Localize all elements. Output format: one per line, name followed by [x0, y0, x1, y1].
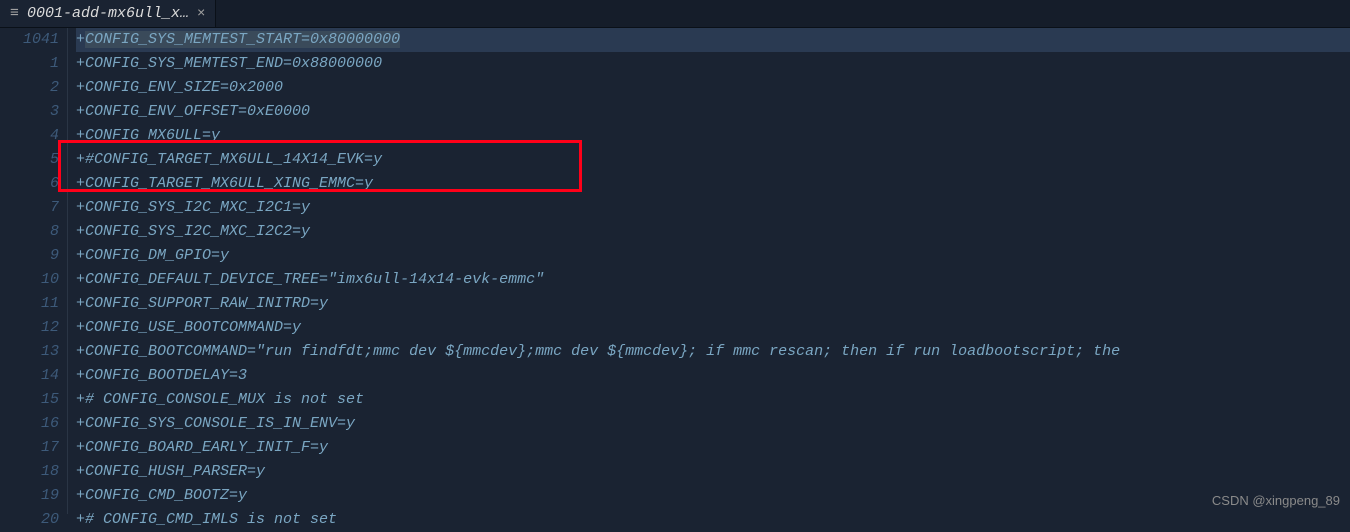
code-line[interactable]: +# CONFIG_CMD_IMLS is not set	[76, 508, 1350, 532]
close-icon[interactable]: ×	[197, 6, 205, 22]
code-content: CONFIG_SYS_CONSOLE_IS_IN_ENV=y	[85, 415, 355, 432]
code-content: CONFIG_USE_BOOTCOMMAND=y	[85, 319, 301, 336]
code-line[interactable]: +CONFIG_ENV_OFFSET=0xE0000	[76, 100, 1350, 124]
code-line[interactable]: +CONFIG_USE_BOOTCOMMAND=y	[76, 316, 1350, 340]
line-number: 5	[0, 148, 59, 172]
code-content: CONFIG_SYS_I2C_MXC_I2C2=y	[85, 223, 310, 240]
code-content: CONFIG_TARGET_MX6ULL_XING_EMMC=y	[85, 175, 373, 192]
code-content: CONFIG_CMD_BOOTZ=y	[85, 487, 247, 504]
line-number: 13	[0, 340, 59, 364]
code-line[interactable]: +CONFIG_TARGET_MX6ULL_XING_EMMC=y	[76, 172, 1350, 196]
code-line[interactable]: +CONFIG_HUSH_PARSER=y	[76, 460, 1350, 484]
code-content: CONFIG_MX6ULL=y	[85, 127, 220, 144]
line-number: 1	[0, 52, 59, 76]
code-line[interactable]: +CONFIG_DM_GPIO=y	[76, 244, 1350, 268]
line-number: 10	[0, 268, 59, 292]
code-content: CONFIG_ENV_SIZE=0x2000	[85, 79, 283, 96]
diff-plus: +	[76, 415, 85, 432]
code-content: # CONFIG_CONSOLE_MUX is not set	[85, 391, 364, 408]
diff-plus: +	[76, 175, 85, 192]
code-line[interactable]: +CONFIG_SYS_I2C_MXC_I2C2=y	[76, 220, 1350, 244]
code-line[interactable]: +CONFIG_BOOTCOMMAND="run findfdt;mmc dev…	[76, 340, 1350, 364]
line-number: 14	[0, 364, 59, 388]
diff-plus: +	[76, 271, 85, 288]
tab-title: 0001-add-mx6ull_x…	[27, 5, 189, 22]
line-number: 9	[0, 244, 59, 268]
line-number: 15	[0, 388, 59, 412]
code-line[interactable]: +CONFIG_BOARD_EARLY_INIT_F=y	[76, 436, 1350, 460]
line-number: 16	[0, 412, 59, 436]
line-number: 11	[0, 292, 59, 316]
code-line[interactable]: +CONFIG_SYS_I2C_MXC_I2C1=y	[76, 196, 1350, 220]
diff-plus: +	[76, 463, 85, 480]
editor-tab[interactable]: ≡ 0001-add-mx6ull_x… ×	[0, 0, 216, 27]
code-line[interactable]: +CONFIG_ENV_SIZE=0x2000	[76, 76, 1350, 100]
line-number: 6	[0, 172, 59, 196]
line-number: 17	[0, 436, 59, 460]
diff-plus: +	[76, 127, 85, 144]
code-line[interactable]: +CONFIG_SYS_CONSOLE_IS_IN_ENV=y	[76, 412, 1350, 436]
diff-plus: +	[76, 79, 85, 96]
code-content: CONFIG_BOARD_EARLY_INIT_F=y	[85, 439, 328, 456]
code-content: CONFIG_SYS_MEMTEST_END=0x88000000	[85, 55, 382, 72]
diff-plus: +	[76, 103, 85, 120]
diff-plus: +	[76, 199, 85, 216]
editor: 10411234567891011121314151617181920 +CON…	[0, 28, 1350, 514]
code-area[interactable]: +CONFIG_SYS_MEMTEST_START=0x80000000+CON…	[68, 28, 1350, 514]
code-line[interactable]: +CONFIG_SYS_MEMTEST_START=0x80000000	[76, 28, 1350, 52]
code-line[interactable]: +#CONFIG_TARGET_MX6ULL_14X14_EVK=y	[76, 148, 1350, 172]
gutter: 10411234567891011121314151617181920	[0, 28, 68, 514]
tab-bar: ≡ 0001-add-mx6ull_x… ×	[0, 0, 1350, 28]
code-content: CONFIG_SYS_I2C_MXC_I2C1=y	[85, 199, 310, 216]
code-content: CONFIG_HUSH_PARSER=y	[85, 463, 265, 480]
watermark: CSDN @xingpeng_89	[1212, 493, 1340, 508]
diff-plus: +	[76, 367, 85, 384]
code-line[interactable]: +CONFIG_SUPPORT_RAW_INITRD=y	[76, 292, 1350, 316]
line-number: 1041	[0, 28, 59, 52]
diff-plus: +	[76, 223, 85, 240]
diff-plus: +	[76, 55, 85, 72]
line-number: 4	[0, 124, 59, 148]
file-icon: ≡	[10, 5, 19, 22]
code-line[interactable]: +# CONFIG_CONSOLE_MUX is not set	[76, 388, 1350, 412]
code-content: CONFIG_SUPPORT_RAW_INITRD=y	[85, 295, 328, 312]
line-number: 2	[0, 76, 59, 100]
code-line[interactable]: +CONFIG_SYS_MEMTEST_END=0x88000000	[76, 52, 1350, 76]
code-content: #CONFIG_TARGET_MX6ULL_14X14_EVK=y	[85, 151, 382, 168]
diff-plus: +	[76, 151, 85, 168]
code-content: CONFIG_DEFAULT_DEVICE_TREE="imx6ull-14x1…	[85, 271, 544, 288]
diff-plus: +	[76, 487, 85, 504]
line-number: 12	[0, 316, 59, 340]
code-content: CONFIG_ENV_OFFSET=0xE0000	[85, 103, 310, 120]
code-content: CONFIG_DM_GPIO=y	[85, 247, 229, 264]
code-line[interactable]: +CONFIG_DEFAULT_DEVICE_TREE="imx6ull-14x…	[76, 268, 1350, 292]
diff-plus: +	[76, 343, 85, 360]
code-line[interactable]: +CONFIG_MX6ULL=y	[76, 124, 1350, 148]
diff-plus: +	[76, 439, 85, 456]
code-content: CONFIG_SYS_MEMTEST_START=0x80000000	[85, 31, 400, 48]
code-line[interactable]: +CONFIG_BOOTDELAY=3	[76, 364, 1350, 388]
diff-plus: +	[76, 391, 85, 408]
diff-plus: +	[76, 247, 85, 264]
code-line[interactable]: +CONFIG_CMD_BOOTZ=y	[76, 484, 1350, 508]
line-number: 3	[0, 100, 59, 124]
code-content: CONFIG_BOOTDELAY=3	[85, 367, 247, 384]
line-number: 8	[0, 220, 59, 244]
line-number: 18	[0, 460, 59, 484]
diff-plus: +	[76, 295, 85, 312]
diff-plus: +	[76, 31, 85, 48]
diff-plus: +	[76, 319, 85, 336]
code-content: CONFIG_BOOTCOMMAND="run findfdt;mmc dev …	[85, 343, 1120, 360]
line-number: 7	[0, 196, 59, 220]
line-number: 20	[0, 508, 59, 532]
line-number: 19	[0, 484, 59, 508]
